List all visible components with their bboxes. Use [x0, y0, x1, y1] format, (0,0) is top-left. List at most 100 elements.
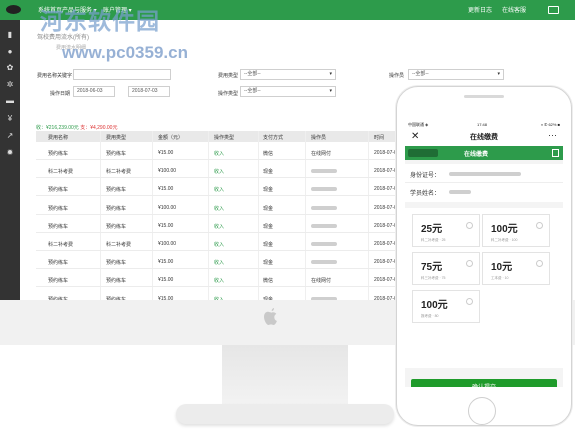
summary-line: 收：¥216,239.00元 支：¥4,290.00元	[36, 124, 117, 131]
fee-name-input[interactable]	[73, 69, 171, 80]
redacted-operator	[311, 205, 337, 210]
table-cell: 预约练车	[48, 151, 69, 157]
table-cell: 在线网付	[311, 151, 332, 157]
table-row[interactable]	[36, 159, 416, 160]
column-header[interactable]: 费用类型	[106, 134, 126, 141]
phone-page-title: 在线缴费	[470, 134, 498, 141]
mail-icon[interactable]	[548, 6, 559, 14]
fee-option-card[interactable]: 100元 科二补考费 · 100	[482, 214, 550, 247]
table-row[interactable]	[36, 268, 416, 270]
table-cell: 预约练车	[106, 278, 127, 285]
table-cell: 在线网付	[311, 278, 332, 285]
radio-icon[interactable]	[536, 222, 543, 229]
table-cell: 预约练车	[106, 223, 127, 230]
home-button[interactable]	[468, 397, 496, 425]
table-cell: 2018-07-0	[374, 259, 397, 266]
column-header[interactable]: 金额（元）	[158, 134, 183, 141]
fee-option-price: 100元	[421, 300, 448, 311]
table-cell: 收入	[214, 223, 225, 230]
record-icon[interactable]	[552, 149, 559, 157]
column-divider	[368, 131, 369, 300]
table-cell: 收入	[214, 242, 225, 248]
fee-option-price: 25元	[421, 224, 443, 235]
dashboard-icon[interactable]: ▮	[5, 30, 15, 40]
composite-image: 系统首页 产品与服务 ▾ 账户管理 ▾ 更新日志 在线客服 ▮ ● ✿ ✲ ▬ …	[0, 0, 575, 442]
phone-titlebar: ✕ 在线缴费 ···	[405, 129, 563, 146]
fee-option-description: 科二补考费 · 25	[421, 238, 446, 242]
table-cell: 2018-07-0	[374, 168, 397, 175]
column-header[interactable]: 操作类型	[214, 134, 234, 141]
column-header[interactable]: 操作员	[311, 134, 326, 141]
fee-option-card[interactable]: 100元 报考费 · 80	[412, 290, 480, 323]
radio-icon[interactable]	[536, 260, 543, 267]
nav-update-log[interactable]: 更新日志	[468, 5, 492, 14]
user-icon[interactable]: ●	[5, 47, 15, 57]
date-to-input[interactable]: 2018-07-03	[128, 86, 170, 97]
fee-option-card[interactable]: 25元科二补考费 · 25	[412, 214, 480, 247]
table-cell: 收入	[214, 278, 225, 285]
fee-name-label: 费用名称关键字：	[37, 73, 78, 79]
phone-screen: 中国联通 ◈ 17:48 ◑ ✆ 62% ■ ✕ 在线缴费 ··· 在线缴费 身…	[405, 119, 563, 387]
redacted-operator	[311, 242, 337, 246]
date-label: 操作日期	[50, 91, 71, 97]
more-options-icon[interactable]: ···	[548, 129, 557, 141]
table-cell: ¥100.00	[158, 241, 177, 247]
operator-label: 操作员	[389, 73, 405, 79]
settings-icon[interactable]: ✿	[5, 63, 15, 73]
table-row[interactable]	[36, 286, 416, 288]
table-cell: 现金	[263, 260, 274, 267]
date-from-input[interactable]: 2018-06-03	[73, 86, 115, 97]
table-cell: 科二补考费	[48, 242, 74, 248]
table-cell: 现金	[263, 187, 274, 194]
table-cell: 2018-07-0	[374, 204, 397, 211]
money-icon[interactable]: ¥	[5, 114, 15, 124]
table-cell: 预约练车	[106, 187, 127, 194]
table-cell: 科二补考费	[106, 242, 132, 248]
student-info: 身份证号： 学员姓名：	[405, 164, 563, 202]
car-icon[interactable]: ▬	[5, 96, 15, 106]
table-row[interactable]	[36, 250, 416, 251]
table-cell: 现金	[263, 169, 274, 176]
divider	[405, 182, 563, 183]
table-cell: 预约练车	[106, 260, 127, 267]
column-header[interactable]: 支付方式	[263, 134, 283, 141]
nav-help[interactable]: 在线客服	[502, 5, 526, 14]
operator-value: --全部--	[412, 71, 429, 77]
carrier-text: 中国联通 ◈	[408, 122, 429, 127]
fee-option-card[interactable]: 10元 工本费 · 10	[482, 252, 550, 285]
table-cell: 2018-07-0	[374, 186, 397, 193]
table-cell: 预约练车	[106, 151, 127, 157]
monitor-base	[176, 404, 394, 424]
radio-icon[interactable]	[466, 260, 473, 267]
fee-type-value: --全部--	[244, 71, 261, 77]
column-header[interactable]: 时间	[374, 134, 384, 141]
fee-option-price: 75元	[421, 262, 443, 273]
table-cell: ¥15.00	[158, 277, 174, 284]
table-cell: 预约练车	[48, 260, 69, 267]
table-row[interactable]	[36, 213, 416, 215]
confirm-submit-button[interactable]: 确认提交	[411, 379, 557, 387]
table-cell: 科二补考费	[106, 169, 132, 176]
column-divider	[152, 131, 153, 300]
fee-option-card[interactable]: 75元 科三补考费 · 75	[412, 252, 480, 285]
chart-icon[interactable]: ↗	[5, 131, 15, 141]
table-row[interactable]	[36, 195, 416, 197]
op-type-select[interactable]: --全部-- ▾	[240, 86, 336, 97]
operator-select[interactable]: --全部-- ▾	[408, 69, 504, 80]
radio-icon[interactable]	[466, 222, 473, 229]
gear-icon[interactable]: ✲	[5, 80, 15, 90]
radio-icon[interactable]	[466, 298, 473, 305]
cog-icon[interactable]: ✹	[5, 148, 15, 158]
column-header[interactable]: 费用名称	[48, 134, 68, 141]
fee-options: 25元 科二补考费 · 25 100元 科二补考费 · 100 75元 科三补考费 · 7…	[405, 208, 563, 368]
redacted-operator	[311, 260, 337, 265]
column-divider	[305, 131, 306, 300]
id-number-label: 身份证号：	[410, 173, 441, 179]
clock-text: 17:48	[477, 122, 488, 127]
fee-type-select[interactable]: --全部-- ▾	[240, 69, 336, 80]
table-cell: 收入	[214, 205, 225, 212]
monitor-stand	[222, 345, 348, 407]
redacted-operator	[311, 187, 337, 192]
table-row[interactable]	[36, 177, 416, 179]
table-row[interactable]	[36, 231, 416, 233]
